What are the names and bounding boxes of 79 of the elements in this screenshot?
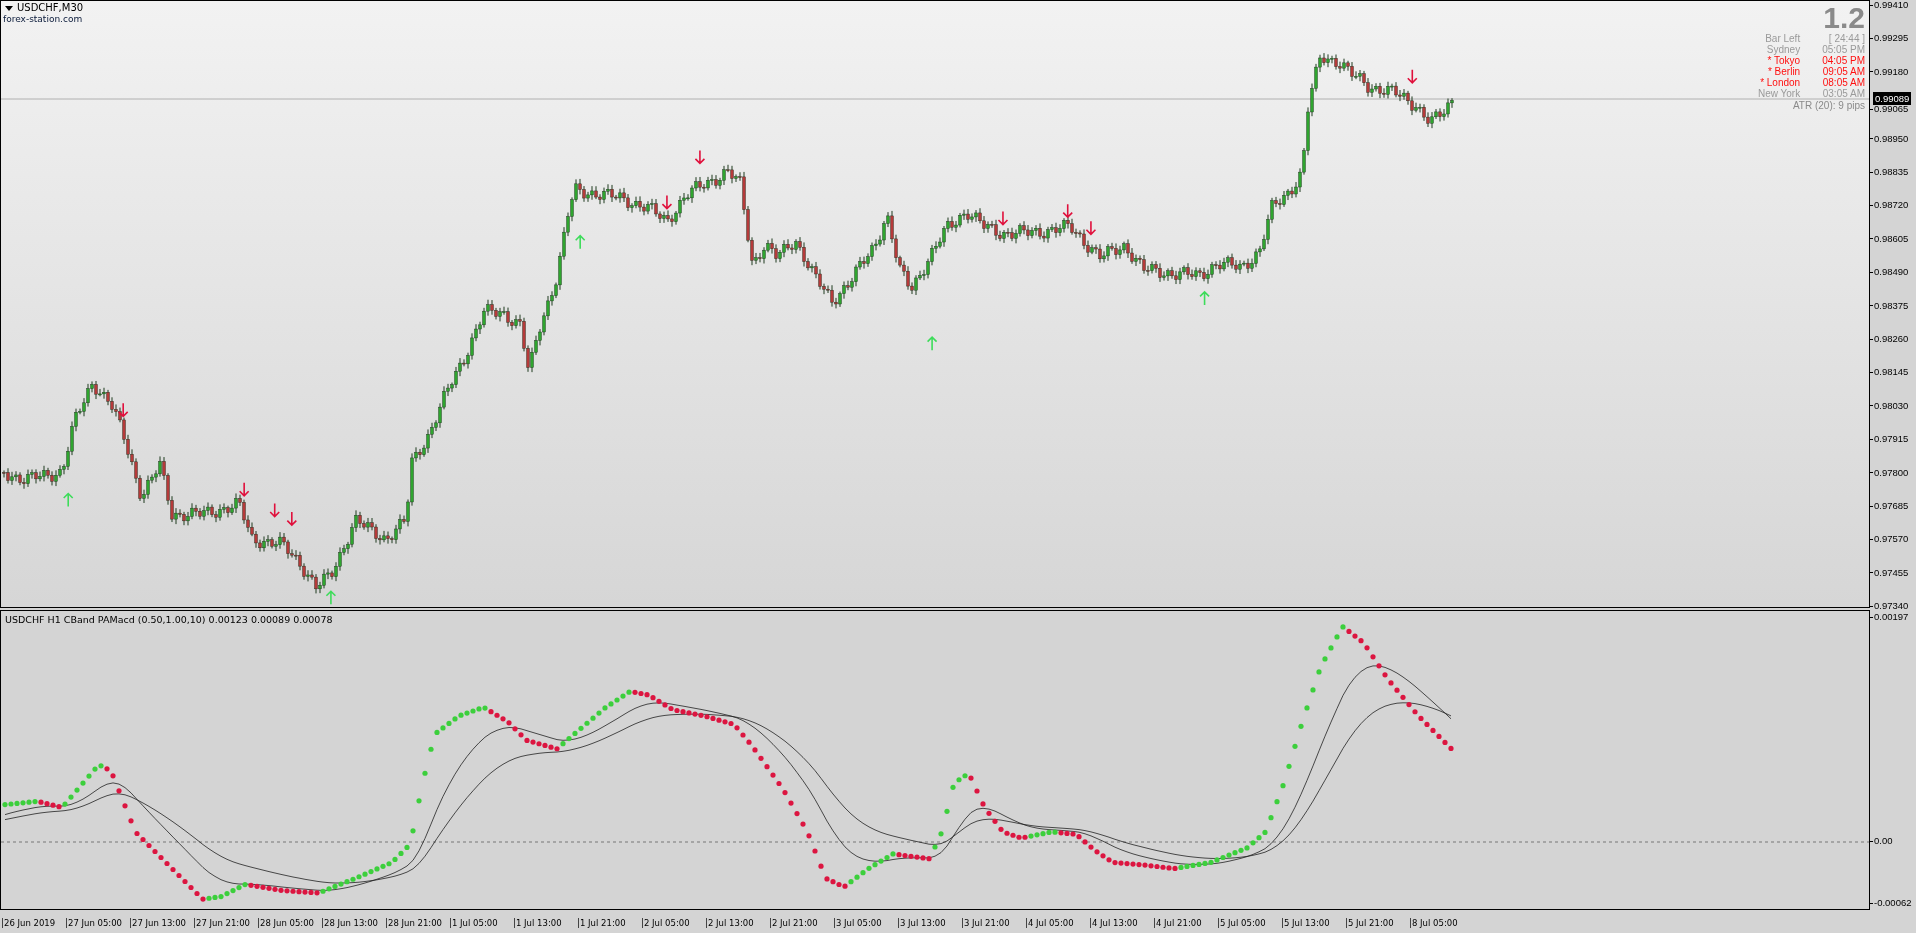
price-label: 0.98145 — [1874, 366, 1909, 379]
time-label: 3 Jul 13:00 — [898, 917, 962, 928]
time-label: 2 Jul 13:00 — [706, 917, 770, 928]
time-label: 3 Jul 21:00 — [962, 917, 1026, 928]
price-label: 0.98605 — [1874, 232, 1909, 245]
down-arrow-icon — [238, 481, 250, 497]
down-arrow-icon — [1085, 220, 1097, 236]
price-label: 0.99065 — [1874, 103, 1909, 116]
time-label: 28 Jun 05:00 — [258, 917, 322, 928]
down-arrow-icon — [1062, 203, 1073, 219]
price-label: 0.98030 — [1874, 399, 1909, 412]
time-label: 5 Jul 21:00 — [1346, 917, 1410, 928]
price-label: 0.97685 — [1874, 500, 1909, 512]
session-label: * Tokyo — [1766, 55, 1801, 66]
session-time: 03:05 AM — [1822, 88, 1865, 99]
indicator-value-label: 0.00197 — [1874, 611, 1909, 623]
time-label: 5 Jul 13:00 — [1282, 917, 1346, 928]
session-time: 08:05 AM — [1822, 77, 1865, 88]
atr-label: ATR (20): 9 pips — [1792, 100, 1865, 112]
down-arrow-icon — [997, 210, 1009, 226]
source-label: forex-station.com — [3, 14, 84, 24]
down-arrow-icon — [1407, 68, 1418, 84]
current-price-label: 0.99089 — [1873, 92, 1912, 105]
up-arrow-icon — [1199, 290, 1210, 306]
time-label: 4 Jul 05:00 — [1026, 917, 1090, 928]
down-arrow-icon — [286, 511, 298, 527]
time-label: 27 Jun 21:00 — [194, 917, 258, 928]
time-label: 26 Jun 2019 — [2, 917, 66, 928]
caret-icon[interactable] — [5, 5, 13, 11]
price-label: 0.98835 — [1874, 166, 1909, 178]
up-arrow-icon — [574, 234, 586, 250]
session-label: Bar Left — [1764, 33, 1801, 44]
session-label: * Berlin — [1766, 66, 1801, 77]
price-label: 0.98720 — [1874, 199, 1909, 212]
indicator-value-label: -0.00062 — [1874, 897, 1912, 909]
price-label: 0.97340 — [1874, 600, 1909, 613]
version-number: 1.2 — [1823, 3, 1865, 33]
time-label: 1 Jul 21:00 — [578, 917, 642, 928]
session-time: [ 24:44 ] — [1828, 33, 1865, 44]
price-label: 0.98260 — [1874, 333, 1909, 345]
session-label: * London — [1759, 77, 1801, 88]
down-arrow-icon — [269, 502, 280, 518]
price-label: 0.97455 — [1874, 566, 1909, 579]
time-label: 3 Jul 05:00 — [834, 917, 898, 928]
up-arrow-icon — [926, 336, 938, 351]
session-time: 05:05 PM — [1822, 44, 1865, 55]
up-arrow-icon — [325, 590, 337, 606]
chart-title: USDCHF,M30 — [17, 2, 84, 14]
price-label: 0.99410 — [1874, 0, 1909, 11]
down-arrow-icon — [117, 402, 129, 418]
session-time: 09:05 AM — [1822, 66, 1865, 77]
session-label: New York — [1757, 88, 1801, 99]
time-label: 5 Jul 05:00 — [1218, 917, 1282, 928]
price-label: 0.97800 — [1874, 466, 1909, 479]
price-label: 0.99180 — [1874, 65, 1909, 78]
time-label: 1 Jul 05:00 — [450, 917, 514, 928]
time-label: 27 Jun 05:00 — [66, 917, 130, 928]
price-label: 0.97570 — [1874, 533, 1909, 546]
down-arrow-icon — [694, 149, 706, 165]
time-label: 27 Jun 13:00 — [130, 917, 194, 928]
price-label: 0.98950 — [1874, 132, 1909, 145]
time-label: 28 Jun 21:00 — [386, 917, 450, 928]
time-label: 2 Jul 21:00 — [770, 917, 834, 928]
time-label: 1 Jul 13:00 — [514, 917, 578, 928]
time-label: 4 Jul 21:00 — [1154, 917, 1218, 928]
price-label: 0.97915 — [1874, 433, 1909, 446]
up-arrow-icon — [62, 492, 74, 508]
price-label: 0.98375 — [1874, 299, 1909, 312]
session-time: 04:05 PM — [1822, 55, 1865, 66]
time-label: 2 Jul 05:00 — [642, 917, 706, 928]
price-label: 0.98490 — [1874, 266, 1909, 279]
time-label: 28 Jun 13:00 — [322, 917, 386, 928]
price-label: 0.99295 — [1874, 32, 1909, 45]
indicator-title: USDCHF H1 CBand PAMacd (0.50,1.00,10) 0.00123 0.00089 0.00078 — [5, 614, 333, 625]
down-arrow-icon — [661, 194, 673, 210]
time-label: 8 Jul 05:00 — [1410, 917, 1474, 928]
session-label: Sydney — [1765, 44, 1801, 55]
time-label: 4 Jul 13:00 — [1090, 917, 1154, 928]
indicator-value-label: 0.00 — [1874, 835, 1893, 847]
